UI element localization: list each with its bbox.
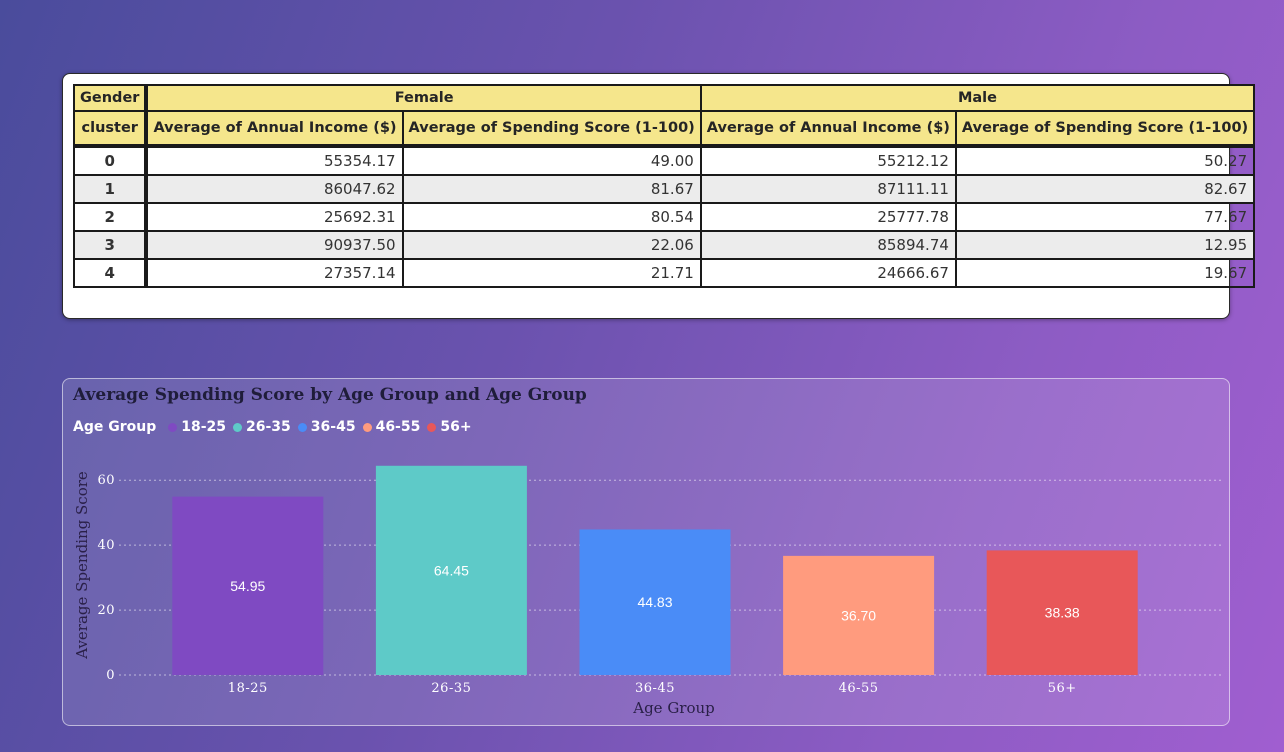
x-tick-label: 18-25 bbox=[228, 681, 268, 696]
gender-header: Gender bbox=[72, 84, 149, 112]
value-cell: 55354.17 bbox=[145, 144, 404, 176]
x-tick-label: 26-35 bbox=[431, 681, 471, 696]
female-spending-header[interactable]: Average of Spending Score (1-100) bbox=[401, 110, 702, 147]
cluster-cell: 0 bbox=[72, 144, 149, 176]
cluster-cell: 1 bbox=[72, 174, 149, 204]
bar-chart-plot: 0 20 40 60 54.95 18-25 64.45 26-35 44.83 36-45 36.… bbox=[73, 465, 1221, 717]
y-tick-label: 60 bbox=[97, 473, 115, 488]
female-income-header[interactable]: Average of Annual Income ($) bbox=[145, 110, 404, 147]
value-cell: 12.95 bbox=[954, 230, 1256, 260]
value-cell: 25692.31 bbox=[145, 202, 404, 232]
male-group-header[interactable]: Male bbox=[699, 84, 1256, 112]
male-spending-header[interactable]: Average of Spending Score (1-100) bbox=[954, 110, 1256, 147]
value-cell: 21.71 bbox=[401, 258, 702, 288]
table-row: 4 27357.14 21.71 24666.67 19.67 bbox=[72, 258, 1256, 288]
value-cell: 85894.74 bbox=[699, 230, 957, 260]
female-group-header[interactable]: Female bbox=[145, 84, 702, 112]
y-axis-title: Average Spending Score bbox=[73, 471, 91, 660]
male-income-header[interactable]: Average of Annual Income ($) bbox=[699, 110, 957, 147]
cluster-cell: 2 bbox=[72, 202, 149, 232]
bar-value-label: 38.38 bbox=[1045, 605, 1080, 621]
y-tick-label: 20 bbox=[97, 603, 115, 618]
table-row: 3 90937.50 22.06 85894.74 12.95 bbox=[72, 230, 1256, 260]
y-tick-label: 0 bbox=[106, 668, 115, 683]
x-tick-label: 56+ bbox=[1048, 681, 1077, 696]
value-cell: 49.00 bbox=[401, 144, 702, 176]
value-cell: 90937.50 bbox=[145, 230, 404, 260]
table-row: 0 55354.17 49.00 55212.12 50.27 bbox=[72, 144, 1256, 176]
cluster-header: cluster bbox=[72, 110, 149, 147]
cluster-cell: 4 bbox=[72, 258, 149, 288]
value-cell: 25777.78 bbox=[699, 202, 957, 232]
bar-value-label: 44.83 bbox=[637, 594, 672, 610]
value-cell: 86047.62 bbox=[145, 174, 404, 204]
cluster-cell: 3 bbox=[72, 230, 149, 260]
value-cell: 19.67 bbox=[954, 258, 1256, 288]
x-tick-label: 46-55 bbox=[839, 681, 879, 696]
value-cell: 82.67 bbox=[954, 174, 1256, 204]
bar-value-label: 54.95 bbox=[230, 578, 265, 594]
value-cell: 22.06 bbox=[401, 230, 702, 260]
y-tick-label: 40 bbox=[97, 538, 115, 553]
value-cell: 55212.12 bbox=[699, 144, 957, 176]
cluster-matrix-card: Gender Female Male cluster Average of An… bbox=[62, 73, 1256, 319]
value-cell: 50.27 bbox=[954, 144, 1256, 176]
cluster-matrix-table: Gender Female Male cluster Average of An… bbox=[72, 84, 1256, 288]
spending-chart-card: Average Spending Score by Age Group and … bbox=[62, 378, 1230, 726]
table-row: 2 25692.31 80.54 25777.78 77.67 bbox=[72, 202, 1256, 232]
value-cell: 27357.14 bbox=[145, 258, 404, 288]
x-tick-label: 36-45 bbox=[635, 681, 675, 696]
value-cell: 81.67 bbox=[401, 174, 702, 204]
x-axis-title: Age Group bbox=[632, 699, 715, 717]
bar-value-label: 64.45 bbox=[434, 562, 469, 578]
value-cell: 80.54 bbox=[401, 202, 702, 232]
value-cell: 87111.11 bbox=[699, 174, 957, 204]
value-cell: 24666.67 bbox=[699, 258, 957, 288]
value-cell: 77.67 bbox=[954, 202, 1256, 232]
bar-value-label: 36.70 bbox=[841, 607, 876, 623]
table-row: 1 86047.62 81.67 87111.11 82.67 bbox=[72, 174, 1256, 204]
